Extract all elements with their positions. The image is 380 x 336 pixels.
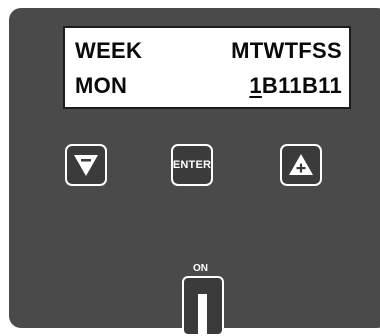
control-panel: WEEK MTWTFSS MON 1 B11B11 ENTER ON: [9, 8, 380, 336]
display-row2-values: B11B11: [261, 73, 342, 98]
up-button[interactable]: [280, 144, 322, 186]
power-switch[interactable]: [182, 276, 224, 336]
display-cursor-char: 1: [249, 73, 262, 98]
power-switch-lever: [198, 294, 207, 334]
display-row2-right: 1 B11B11: [249, 75, 342, 97]
power-on-label: ON: [193, 263, 208, 274]
enter-button[interactable]: ENTER: [171, 144, 213, 186]
triangle-up-plus-icon: [289, 154, 313, 175]
display-row1-left: WEEK: [75, 38, 143, 63]
lcd-display: WEEK MTWTFSS MON 1 B11B11: [63, 26, 351, 109]
down-button[interactable]: [65, 144, 107, 186]
enter-button-label: ENTER: [172, 159, 212, 171]
display-row1-right: MTWTFSS: [231, 38, 342, 63]
triangle-down-minus-icon: [74, 155, 98, 176]
display-row2-left: MON: [75, 73, 128, 98]
